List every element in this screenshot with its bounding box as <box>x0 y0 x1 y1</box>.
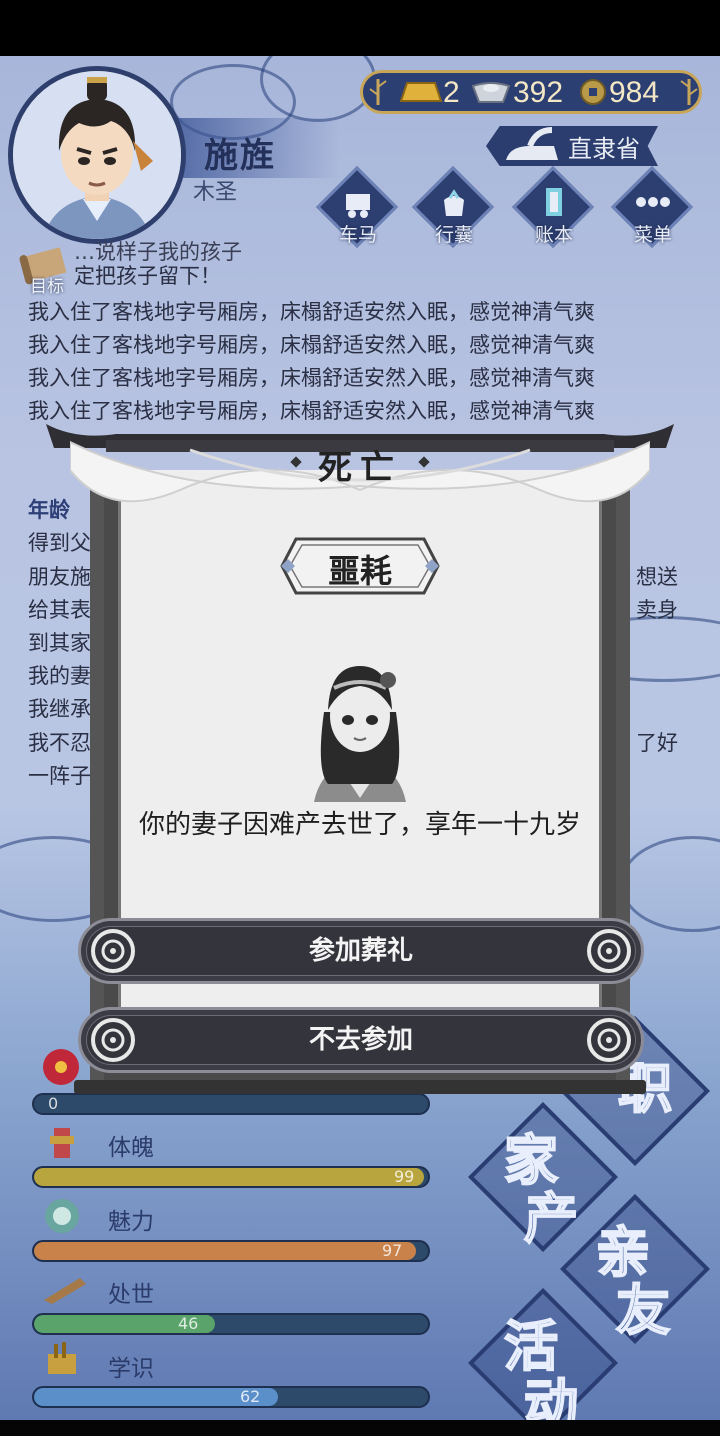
stat-value: 0 <box>48 1094 59 1113</box>
avatar-portrait-icon <box>13 71 181 239</box>
status-bar <box>0 0 720 56</box>
activity-char: 动 <box>523 1371 579 1420</box>
log-line: 了好 <box>636 731 678 755</box>
knowledge-icon <box>48 1342 76 1374</box>
more-icon <box>636 197 670 207</box>
friends-char: 友 <box>615 1277 671 1343</box>
carriage-icon <box>346 194 370 218</box>
decline-funeral-label: 不去参加 <box>308 1025 413 1055</box>
stat-value: 97 <box>382 1241 403 1260</box>
player-name: 施旌 <box>204 136 276 176</box>
player-avatar[interactable] <box>8 66 186 244</box>
wife-portrait-icon <box>314 666 406 802</box>
log-line: 卖身 <box>636 598 678 622</box>
stat-label: 学识 <box>108 1356 154 1382</box>
decline-funeral-button[interactable]: 不去参加 <box>78 1007 644 1073</box>
stat-bar-knowledge: 62 <box>32 1386 430 1408</box>
stat-label: 体魄 <box>108 1135 154 1161</box>
stat-bar-top: 0 <box>32 1093 430 1115</box>
dialog-message: 你的妻子因难产去世了，享年一十九岁 <box>138 810 581 840</box>
location-name: 直隶省 <box>568 135 640 163</box>
bamboo-icon <box>680 79 698 105</box>
copper-coin-icon <box>580 79 606 105</box>
stat-value: 46 <box>178 1314 199 1333</box>
player-title: 木圣 <box>193 180 238 205</box>
goal-label: 目标 <box>30 277 64 297</box>
stat-value: 99 <box>394 1167 415 1186</box>
stat-label: 处世 <box>108 1282 154 1308</box>
stat-fill <box>34 1242 417 1260</box>
log-line: 我入住了客栈地字号厢房，床榻舒适安然入眠，感觉神清气爽 <box>28 300 595 324</box>
activity-button[interactable]: 活 动 <box>468 1288 618 1420</box>
stat-fill <box>34 1168 425 1186</box>
log-line: 我入住了客栈地字号厢房，床榻舒适安然入眠，感觉神清气爽 <box>28 333 595 357</box>
gold-count: 2 <box>443 76 460 109</box>
goal-button[interactable]: 目标 <box>14 246 74 297</box>
stat-bar-charm: 97 <box>32 1240 430 1262</box>
stat-label: 魅力 <box>108 1209 154 1235</box>
log-line: 我入住了客栈地字号厢房，床榻舒适安然入眠，感觉神清气爽 <box>28 366 595 390</box>
stat-value: 62 <box>240 1387 261 1406</box>
stat-bar-worldly: 46 <box>32 1313 430 1335</box>
stat-bar-physique: 99 <box>32 1166 430 1188</box>
ledger-icon <box>546 188 562 216</box>
physique-icon <box>50 1128 74 1158</box>
log-line: 想送 <box>636 565 678 589</box>
iron-icon <box>506 127 558 160</box>
system-nav-bar <box>0 1420 720 1436</box>
bamboo-icon <box>369 79 387 105</box>
dialog-title: 死亡 <box>318 448 402 488</box>
charm-icon <box>45 1199 79 1233</box>
dialog-bottom-rod <box>74 1080 646 1094</box>
gold-bar-icon <box>399 82 443 102</box>
worldly-icon <box>44 1278 86 1304</box>
silver-ingot-icon <box>471 82 511 103</box>
silver-count: 392 <box>513 76 564 109</box>
bag-icon <box>444 189 464 216</box>
currency-bar: 2 392 984 <box>360 70 702 114</box>
attend-funeral-button[interactable]: 参加葬礼 <box>78 918 644 984</box>
copper-count: 984 <box>609 76 660 109</box>
attend-funeral-label: 参加葬礼 <box>308 936 413 966</box>
log-line: 定把孩子留下！ <box>74 264 221 288</box>
news-badge-text: 噩耗 <box>327 552 392 590</box>
